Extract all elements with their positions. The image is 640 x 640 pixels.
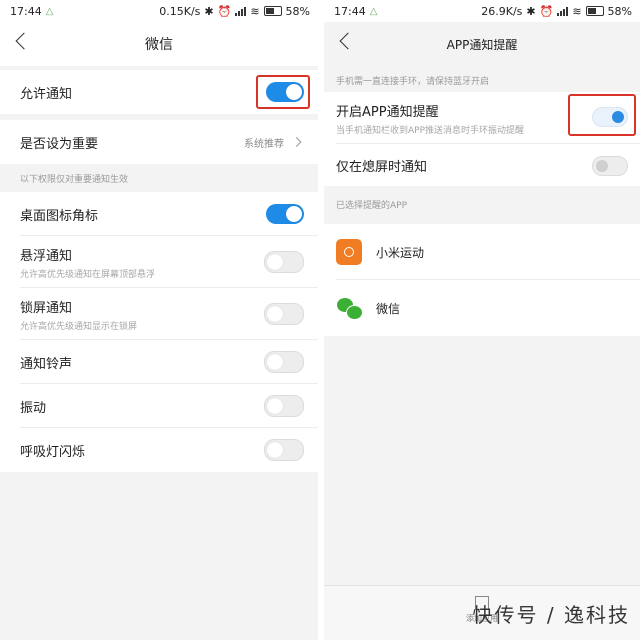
important-row[interactable]: 是否设为重要 系统推荐 [0, 120, 318, 164]
bluetooth-hint: 手机需一直连接手环，请保持蓝牙开启 [336, 77, 490, 87]
list-item[interactable]: 振动 [0, 384, 318, 428]
item-label: 呼吸灯闪烁 [20, 444, 86, 460]
signal-icon [557, 6, 569, 16]
list-item[interactable]: 悬浮通知 允许高优先级通知在屏幕顶部悬浮 [0, 236, 318, 288]
lockscreen-toggle[interactable] [264, 303, 304, 325]
item-sub: 允许高优先级通知显示在锁屏 [20, 321, 138, 332]
list-item[interactable]: 通知铃声 [0, 340, 318, 384]
screen-off-label: 仅在熄屏时通知 [336, 159, 428, 175]
title-bar: APP通知提醒 [324, 22, 640, 66]
status-bar: 17:44 △ 26.9K/s ✱ ⏰ ≋ 58% [324, 0, 640, 22]
screen-off-row[interactable]: 仅在熄屏时通知 [324, 144, 640, 186]
wechat-icon [336, 295, 363, 321]
battery-percent: 58% [285, 4, 310, 18]
network-speed: 26.9K/s [481, 4, 523, 18]
app-item-wechat[interactable]: 微信 [324, 280, 640, 336]
wifi-icon: ≋ [250, 4, 260, 18]
app-item-mi-fit[interactable]: 小米运动 [324, 224, 640, 280]
vibrate-toggle[interactable] [264, 395, 304, 417]
important-value: 系统推荐 [244, 138, 284, 150]
selected-apps-header: 已选择提醒的APP [336, 201, 408, 211]
list-item[interactable]: 呼吸灯闪烁 [0, 428, 318, 472]
app-name: 小米运动 [376, 245, 425, 260]
back-icon[interactable] [15, 32, 33, 50]
important-label: 是否设为重要 [20, 136, 99, 152]
mi-fit-icon [336, 239, 362, 265]
highlight-box [568, 94, 636, 136]
battery-percent: 58% [607, 4, 632, 18]
battery-icon [263, 6, 282, 16]
item-label: 锁屏通知 [20, 300, 73, 316]
status-time: 17:44 [334, 4, 366, 18]
signal-icon [235, 6, 247, 16]
floating-toggle[interactable] [264, 251, 304, 273]
chevron-right-icon [291, 137, 302, 147]
breathing-light-toggle[interactable] [264, 439, 304, 461]
page-title: APP通知提醒 [446, 37, 518, 52]
left-screen: 17:44 △ 0.15K/s ✱ ⏰ ≋ 58% 微信 允许通知 是否设为重要… [0, 0, 318, 640]
list-item[interactable]: 锁屏通知 允许高优先级通知显示在锁屏 [0, 288, 318, 340]
page-title: 微信 [145, 37, 173, 53]
status-time: 17:44 [10, 4, 42, 18]
item-label: 振动 [20, 400, 47, 416]
battery-icon [585, 6, 604, 16]
bluetooth-icon: ✱ [204, 4, 214, 18]
item-label: 通知铃声 [20, 356, 73, 372]
enable-notify-sub: 当手机通知栏收到APP推送消息时手环振动提醒 [336, 125, 525, 136]
alarm-icon: ⏰ [539, 4, 554, 18]
highlight-box [256, 75, 310, 109]
ringtone-toggle[interactable] [264, 351, 304, 373]
item-label: 桌面图标角标 [20, 208, 99, 224]
back-icon[interactable] [339, 32, 357, 50]
watermark: 快传号 / 逸科技 [472, 603, 630, 627]
bluetooth-icon: ✱ [526, 4, 536, 18]
item-label: 悬浮通知 [20, 248, 73, 264]
screen-off-toggle[interactable] [592, 156, 628, 176]
list-item[interactable]: 桌面图标角标 [0, 192, 318, 236]
wifi-icon: ≋ [572, 4, 582, 18]
enable-notify-label: 开启APP通知提醒 [336, 104, 439, 120]
section-header: 以下权限仅对重要通知生效 [20, 175, 129, 185]
allow-notifications-row[interactable]: 允许通知 [0, 70, 318, 114]
notification-icon: △ [369, 5, 378, 17]
status-bar: 17:44 △ 0.15K/s ✱ ⏰ ≋ 58% [0, 0, 318, 22]
item-sub: 允许高优先级通知在屏幕顶部悬浮 [20, 269, 156, 280]
allow-notifications-label: 允许通知 [20, 86, 73, 102]
badge-toggle[interactable] [266, 204, 304, 224]
app-name: 微信 [376, 301, 401, 316]
alarm-icon: ⏰ [217, 4, 232, 18]
network-speed: 0.15K/s [159, 4, 201, 18]
title-bar: 微信 [0, 22, 318, 66]
enable-notify-row[interactable]: 开启APP通知提醒 当手机通知栏收到APP推送消息时手环振动提醒 [324, 92, 640, 144]
right-screen: 17:44 △ 26.9K/s ✱ ⏰ ≋ 58% APP通知提醒 手机需一直连… [324, 0, 640, 640]
notification-icon: △ [45, 5, 54, 17]
